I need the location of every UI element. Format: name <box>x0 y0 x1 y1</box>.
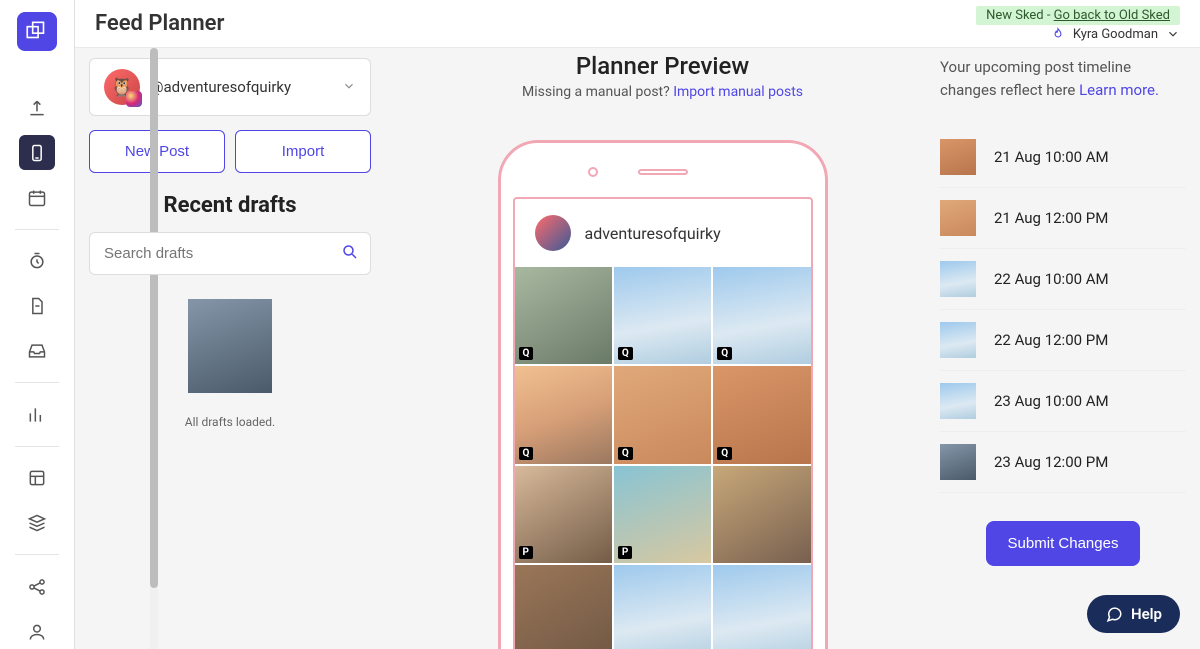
preview-title: Planner Preview <box>576 52 749 80</box>
cell-badge: Q <box>717 447 732 460</box>
account-selector[interactable]: 🦉 @adventuresofquirky <box>89 58 371 116</box>
import-button[interactable]: Import <box>235 130 371 173</box>
timeline-item[interactable]: 23 Aug 10:00 AM <box>940 371 1186 432</box>
ig-profile-avatar <box>535 215 571 251</box>
chat-icon <box>1105 605 1123 623</box>
timeline-item[interactable]: 22 Aug 10:00 AM <box>940 249 1186 310</box>
chevron-down-icon <box>342 78 356 97</box>
cell-badge: Q <box>618 447 633 460</box>
feed-cell[interactable]: Q <box>614 267 711 364</box>
cell-badge: Q <box>519 447 534 460</box>
flame-icon <box>1051 27 1065 41</box>
timeline-thumbnail <box>940 383 976 419</box>
nav-calendar[interactable] <box>19 180 55 215</box>
page-title: Feed Planner <box>95 11 224 36</box>
recent-drafts-title: Recent drafts <box>89 193 371 218</box>
nav-clock[interactable] <box>19 244 55 279</box>
feed-cell[interactable]: P <box>515 466 612 563</box>
feed-grid: Q Q Q Q Q Q P P <box>515 267 811 649</box>
feed-cell[interactable]: Q <box>713 267 810 364</box>
timeline-item[interactable]: 22 Aug 12:00 PM <box>940 310 1186 371</box>
side-nav <box>0 0 75 649</box>
nav-share[interactable] <box>19 569 55 604</box>
cell-badge: P <box>519 546 533 559</box>
scrollbar[interactable] <box>150 48 158 649</box>
nav-library[interactable] <box>19 506 55 541</box>
feed-cell[interactable] <box>515 565 612 649</box>
cell-badge: Q <box>618 347 633 360</box>
nav-planner[interactable] <box>19 135 55 170</box>
feed-cell[interactable]: Q <box>515 267 612 364</box>
old-sked-link[interactable]: Go back to Old Sked <box>1054 8 1170 23</box>
phone-mockup: adventuresofquirky Q Q Q Q Q Q P P <box>498 140 828 649</box>
feed-cell[interactable] <box>713 565 810 649</box>
center-column: Planner Preview Missing a manual post? I… <box>385 48 940 649</box>
import-manual-link[interactable]: Import manual posts <box>673 84 803 100</box>
app-logo[interactable] <box>17 12 57 51</box>
search-drafts-input[interactable] <box>89 232 371 275</box>
search-icon[interactable] <box>341 243 359 265</box>
feed-cell[interactable]: P <box>614 466 711 563</box>
feed-cell[interactable] <box>614 565 711 649</box>
draft-thumbnail[interactable] <box>188 299 272 393</box>
feed-cell[interactable]: Q <box>614 366 711 463</box>
feed-cell[interactable] <box>713 466 810 563</box>
cell-badge: P <box>618 546 632 559</box>
timeline-description: Your upcoming post timeline changes refl… <box>940 56 1186 101</box>
timeline-thumbnail <box>940 200 976 236</box>
instagram-badge-icon <box>126 91 142 107</box>
timeline-label: 23 Aug 12:00 PM <box>994 453 1108 471</box>
learn-more-link[interactable]: Learn more. <box>1079 81 1159 99</box>
drafts-loaded-message: All drafts loaded. <box>89 415 371 429</box>
timeline-label: 22 Aug 10:00 AM <box>994 270 1109 288</box>
timeline-label: 21 Aug 12:00 PM <box>994 209 1108 227</box>
timeline-thumbnail <box>940 322 976 358</box>
user-name: Kyra Goodman <box>1073 27 1158 42</box>
help-button[interactable]: Help <box>1087 595 1180 633</box>
nav-analytics[interactable] <box>19 397 55 432</box>
topbar: Feed Planner New Sked - Go back to Old S… <box>75 0 1200 48</box>
timeline-label: 21 Aug 10:00 AM <box>994 148 1109 166</box>
timeline-label: 23 Aug 10:00 AM <box>994 392 1109 410</box>
timeline-item[interactable]: 21 Aug 12:00 PM <box>940 188 1186 249</box>
nav-upload[interactable] <box>19 91 55 126</box>
timeline-list: 21 Aug 10:00 AM 21 Aug 12:00 PM 22 Aug 10:… <box>940 127 1186 493</box>
ig-profile-name: adventuresofquirky <box>585 224 721 243</box>
feed-cell[interactable]: Q <box>713 366 810 463</box>
timeline-item[interactable]: 23 Aug 12:00 PM <box>940 432 1186 493</box>
cell-badge: Q <box>717 347 732 360</box>
timeline-thumbnail <box>940 261 976 297</box>
feed-cell[interactable]: Q <box>515 366 612 463</box>
left-column: 🦉 @adventuresofquirky New Post Import Re… <box>75 48 385 649</box>
preview-subtitle: Missing a manual post? Import manual pos… <box>522 84 803 100</box>
account-avatar: 🦉 <box>104 69 140 105</box>
timeline-label: 22 Aug 12:00 PM <box>994 331 1108 349</box>
nav-template[interactable] <box>19 461 55 496</box>
account-handle: @adventuresofquirky <box>150 78 332 96</box>
nav-profile[interactable] <box>19 614 55 649</box>
submit-changes-button[interactable]: Submit Changes <box>986 521 1141 566</box>
right-column: Your upcoming post timeline changes refl… <box>940 48 1200 649</box>
chevron-down-icon <box>1166 27 1180 41</box>
cell-badge: Q <box>519 347 534 360</box>
timeline-thumbnail <box>940 444 976 480</box>
new-sked-banner: New Sked - Go back to Old Sked <box>976 6 1180 25</box>
timeline-item[interactable]: 21 Aug 10:00 AM <box>940 127 1186 188</box>
timeline-thumbnail <box>940 139 976 175</box>
nav-document[interactable] <box>19 289 55 324</box>
nav-inbox[interactable] <box>19 333 55 368</box>
user-menu[interactable]: Kyra Goodman <box>1051 27 1180 42</box>
